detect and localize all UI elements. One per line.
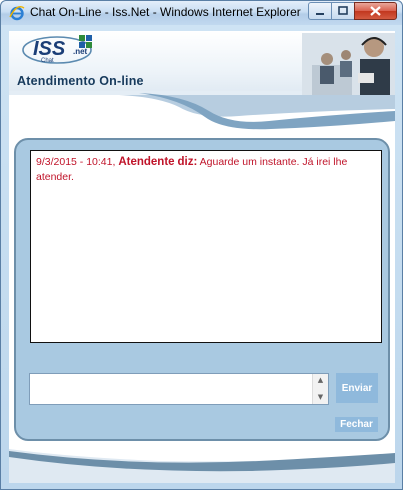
chat-message: 9/3/2015 - 10:41, Atendente diz: Aguarde… bbox=[36, 155, 376, 185]
close-icon bbox=[370, 6, 381, 16]
page-content: ISS .net Chat Atendimento On-line 9/3/20… bbox=[9, 31, 395, 483]
logo: ISS .net Chat bbox=[21, 33, 101, 69]
close-chat-button[interactable]: Fechar bbox=[335, 417, 378, 432]
footer-swoosh bbox=[9, 449, 395, 483]
message-textarea[interactable] bbox=[30, 374, 312, 404]
message-verb: diz: bbox=[177, 156, 198, 168]
message-list[interactable]: 9/3/2015 - 10:41, Atendente diz: Aguarde… bbox=[30, 150, 382, 343]
chat-panel: 9/3/2015 - 10:41, Atendente diz: Aguarde… bbox=[14, 138, 390, 441]
scroll-up-arrow-icon[interactable]: ▲ bbox=[313, 375, 328, 386]
minimize-icon bbox=[316, 13, 324, 15]
minimize-button[interactable] bbox=[308, 2, 332, 20]
send-button[interactable]: Enviar bbox=[336, 373, 378, 403]
browser-window: Chat On-Line - Iss.Net - Windows Interne… bbox=[0, 0, 403, 490]
message-input[interactable]: ▲ ▼ bbox=[29, 373, 329, 405]
call-center-agents-photo-icon bbox=[302, 33, 395, 95]
window-title: Chat On-Line - Iss.Net - Windows Interne… bbox=[30, 5, 301, 19]
input-scrollbar[interactable]: ▲ ▼ bbox=[312, 374, 328, 404]
title-bar[interactable]: Chat On-Line - Iss.Net - Windows Interne… bbox=[1, 1, 402, 25]
maximize-icon bbox=[338, 6, 348, 15]
internet-explorer-icon bbox=[9, 5, 25, 21]
message-sender: Atendente bbox=[118, 156, 175, 168]
message-timestamp: 9/3/2015 - 10:41, bbox=[36, 156, 116, 168]
close-window-button[interactable] bbox=[354, 2, 397, 20]
logo-suffix: .net bbox=[73, 47, 88, 56]
scroll-down-arrow-icon[interactable]: ▼ bbox=[313, 392, 328, 403]
logo-subtext: Chat bbox=[41, 58, 54, 64]
page-title: Atendimento On-line bbox=[17, 74, 144, 88]
maximize-button[interactable] bbox=[331, 2, 355, 20]
header-photo bbox=[302, 33, 395, 95]
